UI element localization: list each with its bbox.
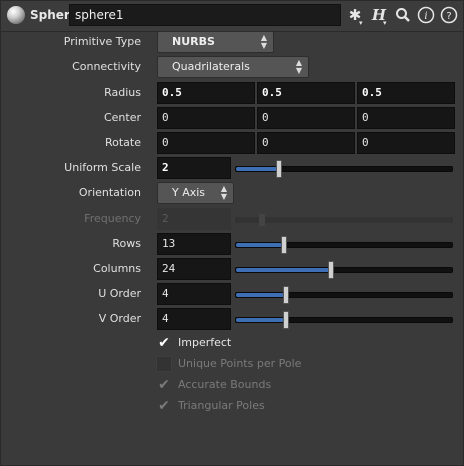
slider-fill [236, 243, 284, 247]
parameter-panel: Sphere sphere1 ✱ ▾ H ▾ i ? Primitive Type … [0, 0, 464, 466]
columns-row: Columns 24 [1, 258, 463, 280]
triangular-poles-label: Triangular Poles [178, 399, 265, 412]
uniform-scale-slider[interactable] [235, 160, 453, 178]
center-x-field[interactable]: 0 [157, 107, 255, 129]
slider-fill [236, 318, 286, 322]
updown-arrows-icon: ▲ ▼ [260, 33, 267, 50]
uniform-scale-label: Uniform Scale [64, 161, 141, 174]
center-row: Center 0 0 0 [1, 107, 463, 129]
primitive-type-dropdown[interactable]: NURBS ▲ ▼ [157, 31, 274, 53]
slider-handle[interactable] [276, 160, 282, 178]
slider-handle[interactable] [283, 311, 289, 329]
search-icon[interactable] [393, 5, 413, 25]
radius-row: Radius 0.5 0.5 0.5 [1, 82, 463, 104]
connectivity-row: Connectivity Quadrilaterals ▲ ▼ [1, 56, 463, 78]
columns-label: Columns [93, 262, 141, 275]
uniform-scale-field[interactable]: 2 [157, 157, 231, 179]
svg-text:i: i [424, 11, 427, 22]
unique-points-per-pole-label: Unique Points per Pole [178, 357, 302, 370]
connectivity-label: Connectivity [72, 60, 141, 73]
slider-handle[interactable] [283, 286, 289, 304]
u-order-row: U Order 4 [1, 283, 463, 305]
help-h-icon[interactable]: H ▾ [369, 5, 389, 27]
orientation-value: Y Axis [172, 186, 206, 199]
connectivity-value: Quadrilaterals [172, 60, 250, 73]
radius-x-field[interactable]: 0.5 [157, 82, 255, 104]
updown-arrows-icon: ▲ ▼ [295, 58, 302, 75]
orientation-label: Orientation [78, 186, 141, 199]
columns-slider[interactable] [235, 261, 453, 279]
slider-handle[interactable] [281, 236, 287, 254]
gear-icon[interactable]: ✱ ▾ [345, 5, 365, 27]
rows-label: Rows [112, 237, 141, 250]
checkmark-icon: ✔ [158, 377, 170, 393]
sphere-icon [7, 6, 25, 24]
center-z-field[interactable]: 0 [357, 107, 455, 129]
rotate-x-field[interactable]: 0 [157, 132, 255, 154]
checkbox-empty-icon [156, 356, 172, 372]
frequency-row: Frequency 2 [1, 208, 463, 230]
svg-text:?: ? [446, 11, 451, 22]
rows-slider[interactable] [235, 236, 453, 254]
v-order-field[interactable]: 4 [157, 308, 231, 330]
frequency-slider [235, 214, 453, 226]
updown-arrows-icon: ▲ ▼ [220, 184, 227, 201]
rotate-y-field[interactable]: 0 [257, 132, 355, 154]
orientation-dropdown[interactable]: Y Axis ▲ ▼ [157, 182, 234, 204]
info-icon[interactable]: i [416, 5, 436, 25]
rotate-z-field[interactable]: 0 [357, 132, 455, 154]
radius-y-field[interactable]: 0.5 [257, 82, 355, 104]
columns-field[interactable]: 24 [157, 258, 231, 280]
radius-label: Radius [104, 86, 141, 99]
orientation-row: Orientation Y Axis ▲ ▼ [1, 182, 463, 204]
v-order-label: V Order [98, 312, 141, 325]
u-order-slider[interactable] [235, 286, 453, 304]
checkmark-icon: ✔ [158, 398, 170, 414]
node-header: Sphere sphere1 ✱ ▾ H ▾ i ? [1, 1, 463, 31]
uniform-scale-row: Uniform Scale 2 [1, 157, 463, 179]
rotate-label: Rotate [104, 136, 141, 149]
rows-field[interactable]: 13 [157, 233, 231, 255]
center-y-field[interactable]: 0 [257, 107, 355, 129]
node-name-field[interactable]: sphere1 [69, 4, 341, 26]
primitive-type-row: Primitive Type NURBS ▲ ▼ [1, 31, 463, 53]
v-order-slider[interactable] [235, 311, 453, 329]
v-order-row: V Order 4 [1, 308, 463, 330]
slider-fill [236, 293, 286, 297]
slider-handle[interactable] [328, 261, 334, 279]
primitive-type-value: NURBS [172, 35, 215, 48]
frequency-field: 2 [157, 208, 231, 230]
u-order-field[interactable]: 4 [157, 283, 231, 305]
primitive-type-label: Primitive Type [63, 35, 141, 48]
rotate-row: Rotate 0 0 0 [1, 132, 463, 154]
slider-fill [236, 268, 331, 272]
slider-fill [236, 167, 279, 171]
slider-handle [259, 214, 265, 226]
checkmark-icon[interactable]: ✔ [156, 335, 172, 351]
center-label: Center [103, 111, 141, 124]
rows-row: Rows 13 [1, 233, 463, 255]
accurate-bounds-label: Accurate Bounds [178, 378, 272, 391]
radius-z-field[interactable]: 0.5 [357, 82, 455, 104]
help-icon[interactable]: ? [439, 5, 459, 25]
connectivity-dropdown[interactable]: Quadrilaterals ▲ ▼ [157, 56, 309, 78]
u-order-label: U Order [98, 287, 141, 300]
imperfect-label: Imperfect [178, 336, 232, 349]
frequency-label: Frequency [84, 212, 141, 225]
